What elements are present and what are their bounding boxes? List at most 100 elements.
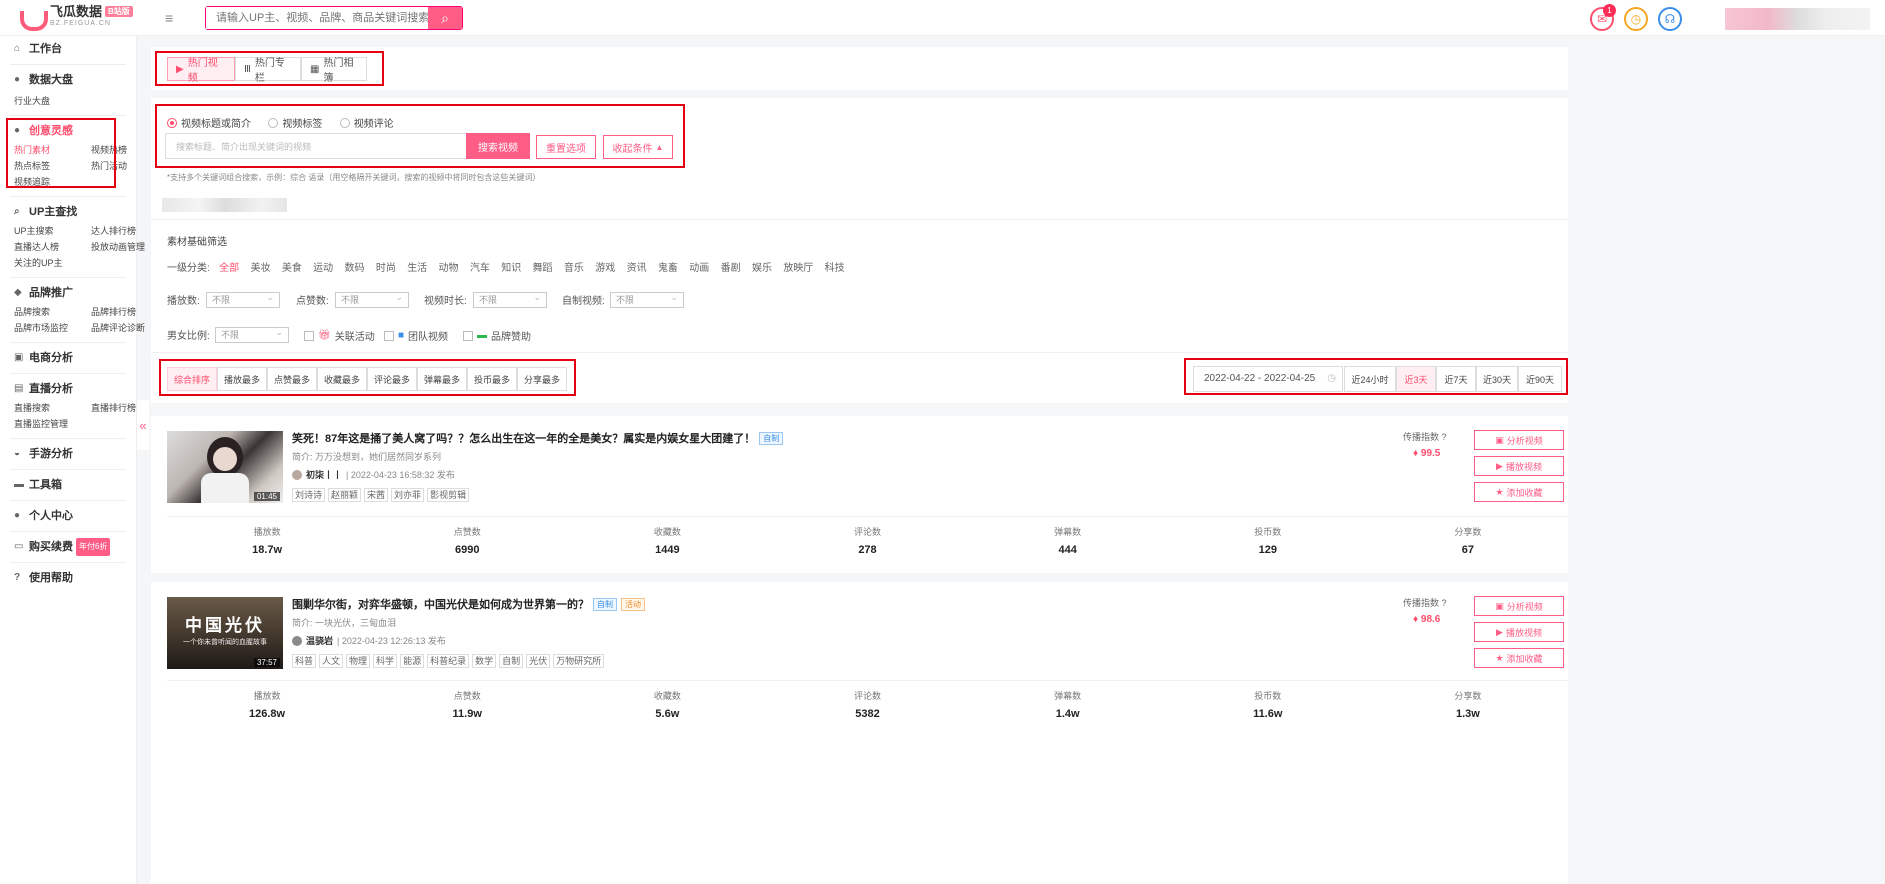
tag[interactable]: 数学 [472,654,497,668]
tag[interactable]: 自制 [499,654,524,668]
category-item[interactable]: 舞蹈 [533,259,553,274]
tag[interactable]: 光伏 [526,654,551,668]
play-count-select[interactable]: 不限 [206,290,280,308]
support-icon[interactable]: ☊ [1658,7,1682,31]
tab-hot-column[interactable]: Ⅲ 热门专栏 [235,57,301,84]
category-item[interactable]: 知识 [501,259,521,274]
range-90d[interactable]: 近90天 [1518,366,1562,392]
category-item[interactable]: 资讯 [627,259,647,274]
sidebar-item-industry[interactable]: 行业大盘 [14,93,136,109]
sidebar-item-live-monitor[interactable]: 直播监控管理 [14,416,91,432]
sidebar-item-dashboard[interactable]: ● 数据大盘 [14,71,136,89]
sidebar-item-workbench[interactable]: ⌂ 工作台 [14,40,136,58]
sidebar-item-brand-market[interactable]: 品牌市场监控 [14,320,91,336]
search-video-button[interactable]: 搜索视频 [466,133,530,159]
play-video-button[interactable]: ▶ 播放视频 [1474,456,1564,476]
checkbox-team[interactable]: ■ 团队视频 [384,328,448,343]
menu-toggle-icon[interactable]: ≡ [165,10,173,26]
tag[interactable]: 影视剪辑 [427,488,470,502]
category-item[interactable]: 数码 [345,259,365,274]
range-24h[interactable]: 近24小时 [1344,366,1396,392]
like-count-select[interactable]: 不限 [335,290,409,308]
category-item[interactable]: 番剧 [721,259,741,274]
sort-most-coin[interactable]: 投币最多 [467,367,517,391]
tag[interactable]: 赵丽颖 [328,488,362,502]
range-7d[interactable]: 近7天 [1436,366,1476,392]
tag[interactable]: 能源 [400,654,425,668]
video-title[interactable]: 围剿华尔街，对弈华盛顿，中国光伏是如何成为世界第一的？ 自制 活动 [292,596,645,612]
sidebar-item-hot-activity[interactable]: 热门活动 [91,158,151,174]
reset-options-button[interactable]: 重置选项 [536,135,596,159]
sidebar-item-hot-material[interactable]: 热门素材 [14,142,91,158]
category-item[interactable]: 放映厅 [783,259,813,274]
author-name[interactable]: 初柒丨丨 [306,468,342,481]
message-icon[interactable]: ✉ 1 [1590,4,1616,31]
sidebar-item-brand-rank[interactable]: 品牌排行榜 [91,304,151,320]
sort-composite[interactable]: 综合排序 [167,367,217,391]
radio-video-tag[interactable]: 视频标签 [268,115,322,130]
duration-select[interactable]: 不限 [473,290,547,308]
sidebar-item-video-hotlist[interactable]: 视频热榜 [91,142,151,158]
tab-hot-album[interactable]: ▦ 热门相簿 [301,57,367,84]
sidebar-item-followed-up[interactable]: 关注的UP主 [14,255,91,271]
checkbox-brand[interactable]: ▬ 品牌赞助 [463,328,531,343]
category-item[interactable]: 动画 [689,259,709,274]
category-item[interactable]: 生活 [407,259,427,274]
sort-most-play[interactable]: 播放最多 [217,367,267,391]
range-30d[interactable]: 近30天 [1476,366,1518,392]
tag[interactable]: 刘诗诗 [292,488,326,502]
top-search-button[interactable]: ⌕ [428,7,462,29]
category-item[interactable]: 科技 [825,259,845,274]
category-item[interactable]: 鬼畜 [658,259,678,274]
avatar[interactable] [292,635,302,646]
tag[interactable]: 科普纪录 [427,654,470,668]
checkbox-activity[interactable]: 🎁︎ 关联活动 [304,328,375,343]
logo[interactable]: 飞瓜数据 B站版 BZ.FEIGUA.CN [18,5,133,31]
category-item[interactable]: 音乐 [564,259,584,274]
sidebar-item-talent-rank[interactable]: 达人排行榜 [91,223,151,239]
sort-most-share[interactable]: 分享最多 [517,367,567,391]
sort-most-like[interactable]: 点赞最多 [267,367,317,391]
author-name[interactable]: 温骁岩 [306,634,333,647]
user-info-blurred[interactable] [1725,8,1870,30]
add-favorite-button[interactable]: ★ 添加收藏 [1474,648,1564,668]
sort-most-danmaku[interactable]: 弹幕最多 [417,367,467,391]
sidebar-item-personal[interactable]: ● 个人中心 [14,507,136,525]
category-item[interactable]: 娱乐 [752,259,772,274]
sidebar-item-ad-manage[interactable]: 投放动画管理 [91,239,151,255]
gender-ratio-select[interactable]: 不限 [215,325,289,343]
tag[interactable]: 物理 [346,654,371,668]
sidebar-item-creative[interactable]: ● 创意灵感 [14,122,136,140]
video-search-input[interactable]: 搜索标题、简介出现关键词的视频 [165,133,467,159]
collapse-conditions-button[interactable]: 收起条件 ▲ [603,135,673,159]
sidebar-item-ecommerce[interactable]: ▣ 电商分析 [14,349,136,367]
sidebar-collapse-icon[interactable]: « [137,400,149,450]
sidebar-item-brand-comment[interactable]: 品牌评论诊断 [91,320,151,336]
category-all[interactable]: 全部 [219,259,239,274]
sidebar-item-brand[interactable]: ◆ 品牌推广 [14,284,136,302]
radio-video-comment[interactable]: 视频评论 [339,115,394,130]
avatar[interactable] [292,469,302,480]
tag[interactable]: 刘亦菲 [391,488,425,502]
range-3d[interactable]: 近3天 [1396,366,1436,392]
category-item[interactable]: 时尚 [376,259,396,274]
category-item[interactable]: 动物 [439,259,459,274]
sidebar-item-live-talent[interactable]: 直播达人榜 [14,239,91,255]
radio-title-desc[interactable]: 视频标题或简介 [167,115,251,130]
video-title[interactable]: 笑死！87年这是捅了美人窝了吗？？怎么出生在这一年的全是美女？属实是内娱女星大团… [292,430,784,446]
sidebar-item-live-search[interactable]: 直播搜索 [14,400,91,416]
analyze-video-button[interactable]: ▣ 分析视频 [1474,596,1564,616]
tag[interactable]: 科学 [373,654,398,668]
category-item[interactable]: 汽车 [470,259,490,274]
sidebar-item-toolbox[interactable]: ▬ 工具箱 [14,476,136,494]
sidebar-item-mobile-game[interactable]: ◒ 手游分析 [14,445,136,463]
tag[interactable]: 人文 [319,654,344,668]
clock-icon[interactable]: ◷ [1624,7,1648,31]
analyze-video-button[interactable]: ▣ 分析视频 [1474,430,1564,450]
play-video-button[interactable]: ▶ 播放视频 [1474,622,1564,642]
date-range-picker[interactable]: 2022-04-22 - 2022-04-25 ◷ [1193,366,1343,392]
category-item[interactable]: 游戏 [595,259,615,274]
video-thumbnail[interactable]: 01:45 [167,431,283,503]
sidebar-item-buy[interactable]: ▭ 购买续费 年付6折 [14,538,136,556]
sidebar-item-up-finder[interactable]: ⌕ UP主查找 [14,203,136,221]
